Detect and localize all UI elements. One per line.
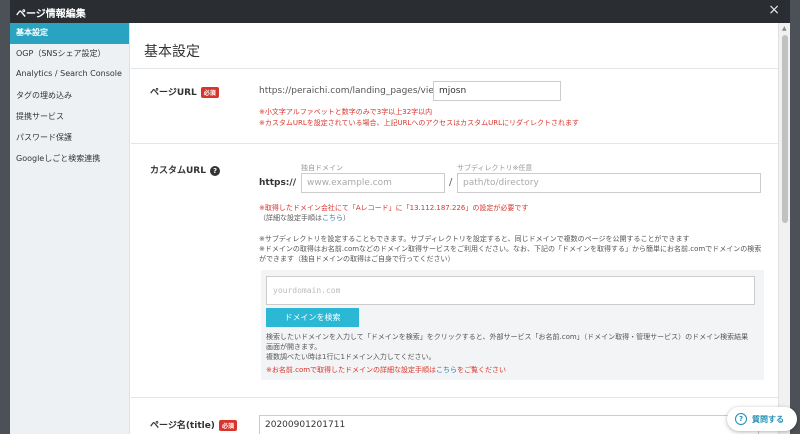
page-settings-modal: ページ情報編集 × 基本設定 OGP（SNSシェア設定） Analytics /…: [10, 0, 790, 434]
sidebar-item-password[interactable]: パスワード保護: [10, 128, 129, 149]
divider: [131, 397, 778, 398]
domain-search-button[interactable]: ドメインを検索: [266, 308, 359, 327]
page-url-note-2: ※カスタムURLを設定されている場合、上記URLへのアクセスはカスタムURLにリ…: [259, 119, 579, 127]
subdirectory-input[interactable]: [457, 173, 761, 193]
ask-question-button[interactable]: ? 質問する: [727, 407, 797, 431]
detail-link[interactable]: こちら: [322, 214, 343, 222]
sidebar: 基本設定 OGP（SNSシェア設定） Analytics / Search Co…: [10, 23, 130, 434]
onamae-note-prefix: ※お名前.comで取得したドメインの詳細な設定手順は: [266, 366, 437, 374]
onamae-note-suffix: をご覧ください: [457, 366, 507, 374]
page-title-input[interactable]: [259, 415, 759, 434]
custom-url-label-text: カスタムURL: [150, 166, 206, 176]
page-title-label-text: ページ名(title): [150, 421, 215, 431]
divider: [131, 143, 778, 144]
page-heading: 基本設定: [144, 44, 200, 60]
subdirectory-label: サブディレクトリ※任意: [457, 164, 533, 172]
backdrop-right: [790, 0, 800, 434]
page-title-label: ページ名(title) 必須: [150, 418, 237, 431]
sidebar-item-ogp[interactable]: OGP（SNSシェア設定）: [10, 44, 129, 65]
subdirectory-info: ※サブディレクトリを設定することもできます。サブディレクトリを設定すると、同じド…: [259, 235, 690, 243]
modal-title: ページ情報編集: [16, 9, 86, 20]
required-badge: 必須: [200, 87, 219, 98]
detail-note: （詳細な設定手順はこちら）: [259, 213, 350, 223]
sidebar-item-basic[interactable]: 基本設定: [10, 23, 129, 44]
domain-acquire-info-2: ができます（独自ドメインの取得はご自身で行ってください）: [259, 255, 455, 263]
ask-question-label: 質問する: [752, 415, 784, 424]
close-icon[interactable]: ×: [768, 2, 780, 18]
page-url-input[interactable]: [433, 81, 561, 101]
search-desc-1: 検索したいドメインを入力して「ドメインを検索」をクリックすると、外部サービス「お…: [266, 333, 749, 341]
page-url-note-1: ※小文字アルファベットと数字のみで3字以上32字以内: [259, 108, 433, 116]
content-scrollbar[interactable]: ▲: [778, 23, 790, 434]
custom-domain-input[interactable]: [301, 173, 445, 193]
detail-note-prefix: （詳細な設定手順は: [259, 214, 322, 222]
custom-url-label: カスタムURL?: [150, 163, 220, 176]
sidebar-item-partner-services[interactable]: 提携サービス: [10, 107, 129, 128]
onamae-link[interactable]: こちら: [436, 366, 457, 374]
settings-content: 基本設定 ページURL 必須 https://peraichi.com/landi…: [131, 23, 778, 434]
https-prefix: https://: [259, 178, 296, 188]
domain-search-input[interactable]: [266, 276, 755, 305]
divider: [131, 68, 778, 69]
scrollbar-thumb[interactable]: [782, 35, 788, 223]
path-separator: /: [449, 177, 453, 188]
backdrop-left: [0, 0, 10, 434]
scroll-up-icon[interactable]: ▲: [782, 25, 787, 32]
sidebar-item-tags[interactable]: タグの埋め込み: [10, 86, 129, 107]
domain-acquire-info-1: ※ドメインの取得はお名前.comなどのドメイン取得サービスをご利用ください。なお…: [259, 245, 762, 253]
help-icon[interactable]: ?: [209, 165, 220, 176]
modal-titlebar: ページ情報編集 ×: [10, 0, 790, 23]
question-icon: ?: [735, 413, 747, 425]
sidebar-item-google-jobs[interactable]: Googleしごと検索連携: [10, 149, 129, 170]
a-record-note: ※取得したドメイン会社にて「Aレコード」に「13.112.187.226」の設定…: [259, 204, 529, 212]
search-desc-3: 複数調べたい時は1行に1ドメイン入力してください。: [266, 353, 436, 361]
page-url-label-text: ページURL: [150, 88, 197, 98]
domain-label: 独自ドメイン: [301, 164, 343, 172]
sidebar-item-analytics[interactable]: Analytics / Search Console: [10, 65, 129, 86]
page-url-label: ページURL 必須: [150, 85, 219, 98]
detail-note-suffix: ）: [343, 214, 350, 222]
url-prefix: https://peraichi.com/landing_pages/view/: [259, 86, 445, 96]
required-badge: 必須: [218, 420, 237, 431]
search-desc-2: 画面が開きます。: [266, 343, 322, 351]
onamae-note: ※お名前.comで取得したドメインの詳細な設定手順はこちらをご覧ください: [266, 365, 506, 375]
